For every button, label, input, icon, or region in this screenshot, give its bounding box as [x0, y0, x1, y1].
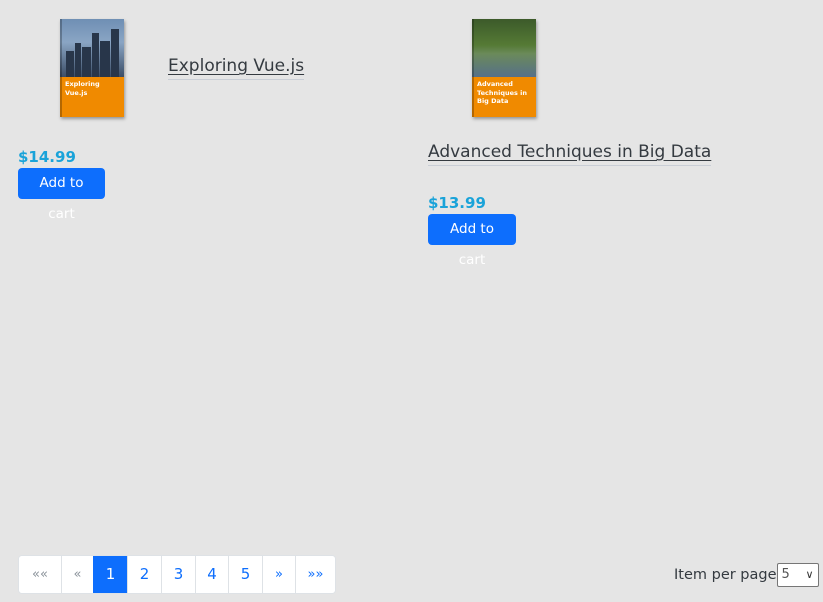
cover-title: Advanced Techniques in Big Data: [477, 80, 527, 105]
items-per-page: Item per page 5 ∨: [674, 563, 819, 587]
page-button-3[interactable]: 3: [161, 556, 195, 593]
product-price: $13.99: [428, 194, 486, 212]
last-page-button[interactable]: »»: [295, 556, 335, 593]
page-button-2[interactable]: 2: [127, 556, 161, 593]
page-button-5[interactable]: 5: [228, 556, 262, 593]
cover-photo: [60, 19, 124, 77]
add-to-cart-button[interactable]: Add to cart: [428, 214, 516, 268]
page-button-1[interactable]: 1: [93, 556, 127, 593]
product-title-link[interactable]: Advanced Techniques in Big Data: [428, 142, 712, 166]
cover-title: Exploring Vue.js: [65, 80, 100, 97]
next-page-button[interactable]: »: [262, 556, 295, 593]
items-per-page-value: 5: [781, 567, 790, 582]
book-cover-image[interactable]: Exploring Vue.js: [60, 19, 124, 117]
page: Exploring Vue.js Exploring Vue.js $14.99…: [0, 0, 823, 602]
book-cover-image[interactable]: Advanced Techniques in Big Data: [472, 19, 536, 117]
first-page-button[interactable]: ««: [19, 556, 61, 593]
items-per-page-select[interactable]: 5 ∨: [776, 563, 819, 587]
previous-page-button[interactable]: «: [61, 556, 93, 593]
pagination: «« « 1 2 3 4 5 » »»: [18, 555, 336, 594]
add-to-cart-button[interactable]: Add to cart: [18, 168, 105, 222]
cover-photo: [472, 19, 536, 77]
product-price: $14.99: [18, 148, 76, 166]
page-button-4[interactable]: 4: [195, 556, 228, 593]
chevron-down-icon: ∨: [805, 568, 814, 581]
product-title-link[interactable]: Exploring Vue.js: [168, 56, 305, 80]
items-per-page-label: Item per page: [674, 567, 777, 583]
